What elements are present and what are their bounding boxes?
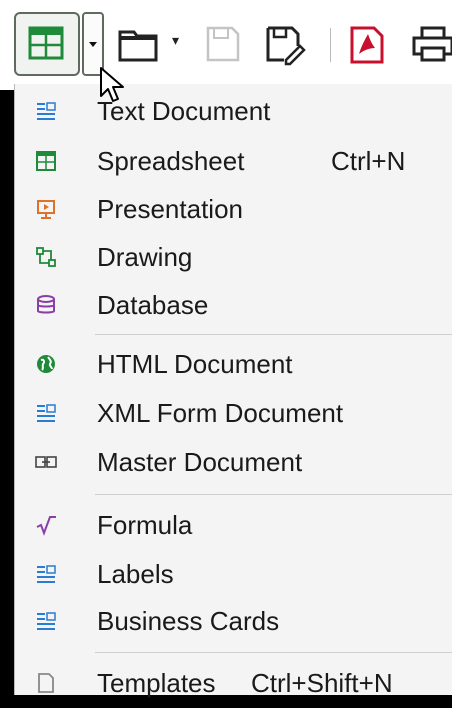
menu-item-label: Templates — [97, 667, 216, 698]
draw-drawing-icon — [27, 242, 65, 272]
menu-item-business-cards[interactable]: Business Cards — [15, 596, 452, 646]
master-document-icon — [27, 447, 65, 477]
shortcut-label: Ctrl+Shift+N — [251, 667, 393, 698]
menu-item-label: Master Document — [97, 446, 303, 477]
shortcut-label: Ctrl+N — [331, 145, 406, 176]
print-button[interactable] — [410, 22, 452, 66]
menu-item-drawing[interactable]: Drawing — [15, 232, 452, 282]
menu-item-label: Labels — [97, 558, 174, 589]
menu-item-xml-form-document[interactable]: XML Form Document — [15, 388, 452, 438]
templates-icon — [27, 668, 65, 698]
menu-item-label: Business Cards — [97, 605, 280, 636]
folder-icon — [118, 30, 158, 62]
menu-item-label: Drawing — [97, 241, 193, 272]
menu-item-label: XML Form Document — [97, 397, 344, 428]
base-database-icon — [27, 290, 65, 320]
labels-icon — [27, 559, 65, 589]
menu-item-label: Presentation — [97, 193, 243, 224]
chevron-down-icon — [89, 42, 97, 47]
menu-separator — [95, 334, 452, 335]
xml-form-icon — [27, 398, 65, 428]
save-icon — [206, 26, 240, 62]
impress-presentation-icon — [27, 194, 65, 224]
new-spreadsheet-button[interactable] — [14, 12, 80, 76]
new-document-menu: Text Document Spreadsheet Ctrl+N Present… — [14, 84, 452, 698]
math-formula-icon — [27, 510, 65, 540]
pdf-icon — [350, 26, 384, 64]
mouse-cursor-icon — [100, 67, 124, 102]
menu-item-html-document[interactable]: HTML Document — [15, 339, 452, 389]
toolbar-separator — [330, 28, 331, 62]
menu-item-label: Spreadsheet — [97, 145, 245, 176]
menu-item-label: Database — [97, 289, 209, 320]
open-button[interactable] — [116, 22, 162, 66]
menu-item-master-document[interactable]: Master Document — [15, 437, 452, 487]
menu-item-database[interactable]: Database — [15, 280, 452, 330]
writer-document-icon — [27, 96, 65, 126]
menu-separator — [95, 494, 452, 495]
menu-item-text-document[interactable]: Text Document — [15, 86, 452, 136]
globe-html-icon — [27, 349, 65, 379]
menu-item-label: Formula — [97, 509, 193, 540]
business-cards-icon — [27, 606, 65, 636]
standard-toolbar: ▾ — [0, 0, 452, 90]
menu-item-label: HTML Document — [97, 348, 293, 379]
spreadsheet-icon — [28, 26, 64, 60]
export-pdf-button[interactable] — [344, 22, 390, 66]
menu-item-templates[interactable]: Templates Ctrl+Shift+N — [15, 658, 452, 708]
printer-icon — [412, 26, 452, 62]
save-button[interactable] — [200, 22, 246, 66]
save-as-icon — [266, 26, 306, 66]
calc-spreadsheet-icon — [27, 146, 65, 176]
menu-item-spreadsheet[interactable]: Spreadsheet Ctrl+N — [15, 136, 452, 186]
menu-item-labels[interactable]: Labels — [15, 549, 452, 599]
save-as-button[interactable] — [262, 22, 308, 66]
menu-separator — [95, 652, 452, 653]
open-dropdown-chevron-icon[interactable]: ▾ — [172, 32, 179, 49]
menu-item-presentation[interactable]: Presentation — [15, 184, 452, 234]
menu-item-formula[interactable]: Formula — [15, 500, 452, 550]
